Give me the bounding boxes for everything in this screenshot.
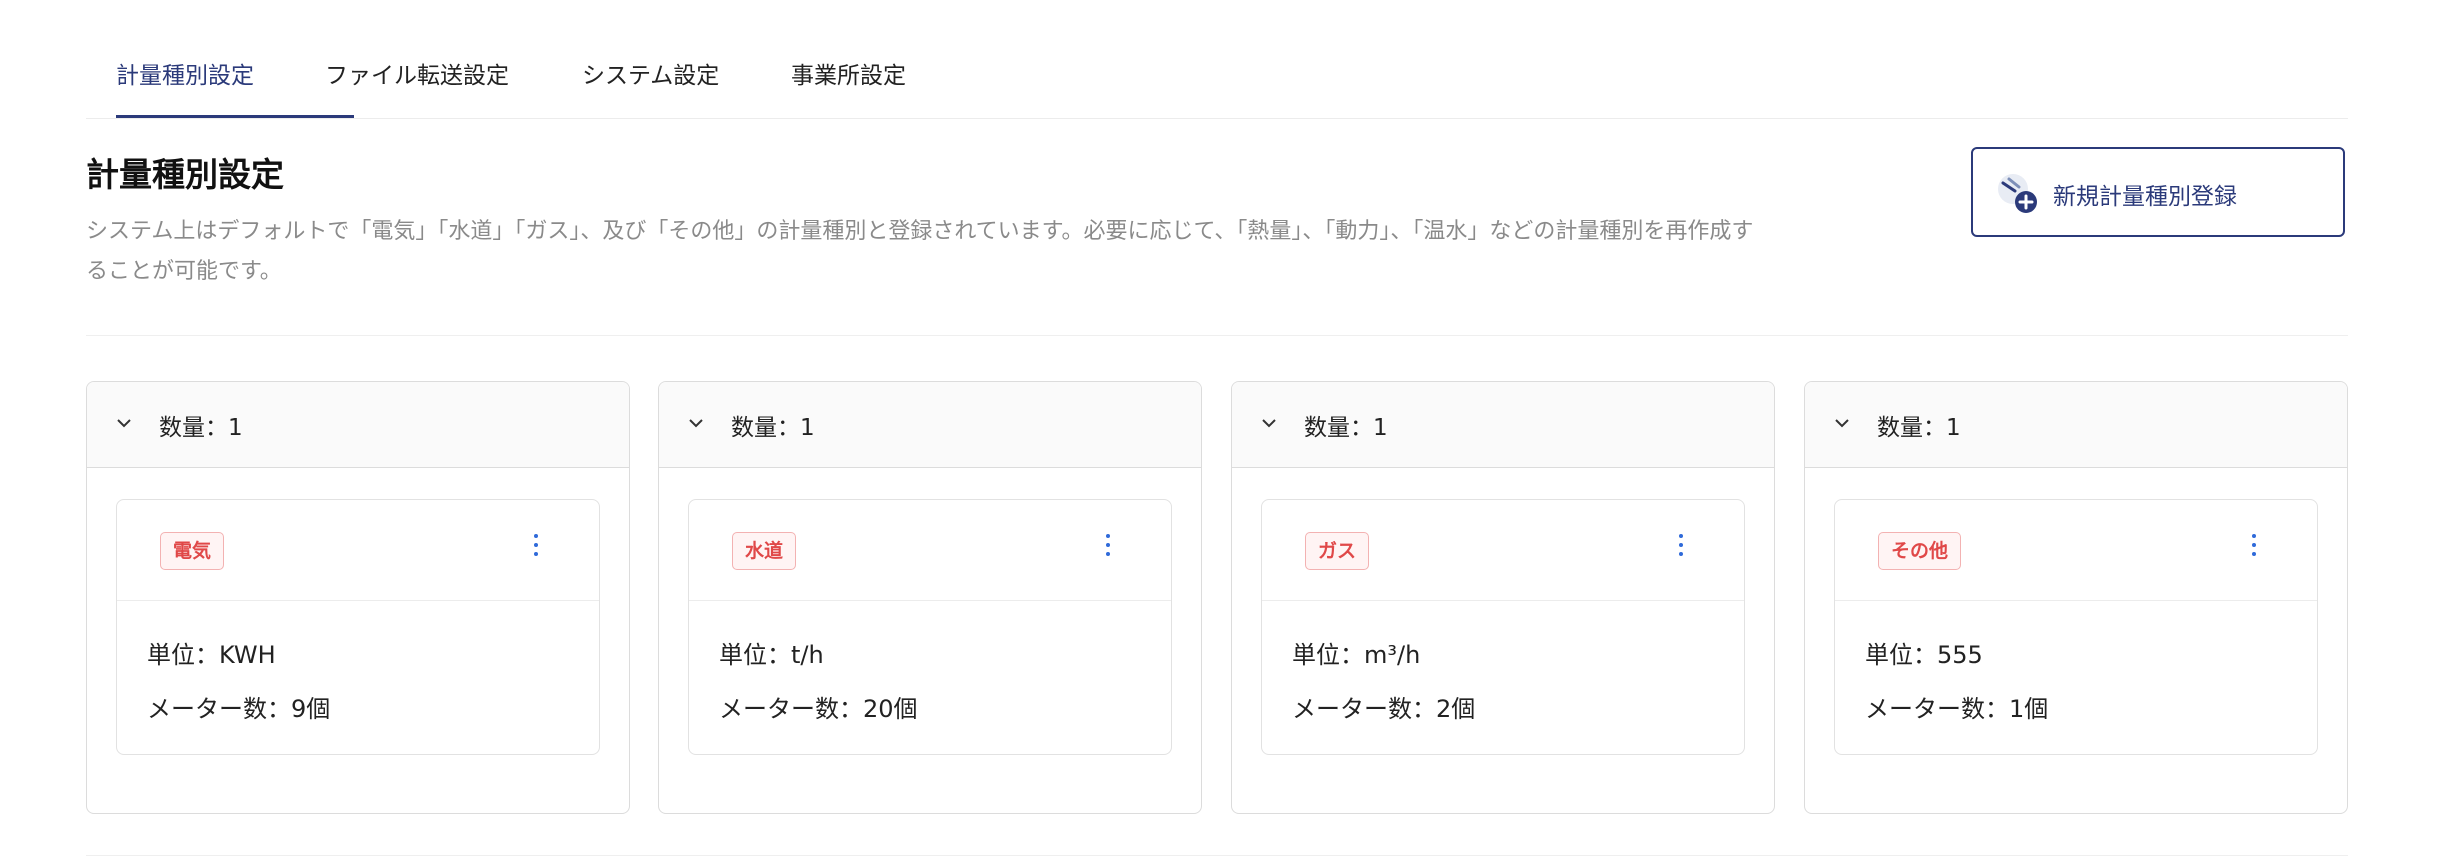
chevron-down-icon <box>1262 419 1276 428</box>
meter-count-text: メーター数：20個 <box>719 695 918 723</box>
more-options-icon[interactable] <box>1103 534 1113 564</box>
section-divider <box>86 335 2348 336</box>
chevron-down-icon <box>689 419 703 428</box>
meter-type-tag: その他 <box>1878 532 1962 570</box>
meter-type-card: その他 単位：555 メーター数：1個 <box>1834 499 2318 755</box>
group-count: 数量：1 <box>1304 415 1388 441</box>
more-options-icon[interactable] <box>531 534 541 564</box>
meter-type-tag: 電気 <box>160 532 225 570</box>
card-body: 単位：555 メーター数：1個 <box>1865 628 2048 736</box>
tab-file-transfer-settings[interactable]: ファイル転送設定 <box>325 56 509 90</box>
group-header[interactable]: 数量：1 <box>1805 382 2347 468</box>
unit-text: 単位：KWH <box>147 641 276 669</box>
meter-type-tag: 水道 <box>732 532 797 570</box>
meter-count-text: メーター数：9個 <box>147 695 331 723</box>
group-count: 数量：1 <box>731 415 815 441</box>
meter-group-other: 数量：1 その他 単位：555 メーター数：1個 <box>1804 381 2348 814</box>
meter-group-gas: 数量：1 ガス 単位：m³/h メーター数：2個 <box>1231 381 1775 814</box>
bottom-divider <box>86 855 2348 856</box>
meter-count-text: メーター数：2個 <box>1292 695 1476 723</box>
meter-count-text: メーター数：1個 <box>1865 695 2049 723</box>
settings-tabs: 計量種別設定 ファイル転送設定 システム設定 事業所設定 <box>86 0 2348 119</box>
tab-meter-type-settings[interactable]: 計量種別設定 <box>116 56 254 90</box>
more-options-icon[interactable] <box>2249 534 2259 564</box>
group-header[interactable]: 数量：1 <box>87 382 629 468</box>
card-header: ガス <box>1262 500 1744 601</box>
meter-type-card: 電気 単位：KWH メーター数：9個 <box>116 499 600 755</box>
meter-group-electricity: 数量：1 電気 単位：KWH メーター数：9個 <box>86 381 630 814</box>
group-header[interactable]: 数量：1 <box>1232 382 1774 468</box>
card-body: 単位：KWH メーター数：9個 <box>147 628 330 736</box>
new-meter-type-button-label: 新規計量種別登録 <box>2053 184 2237 210</box>
meter-type-settings-page: 計量種別設定 ファイル転送設定 システム設定 事業所設定 計量種別設定 システム… <box>0 0 2438 862</box>
tab-system-settings[interactable]: システム設定 <box>582 56 719 90</box>
meter-group-water: 数量：1 水道 単位：t/h メーター数：20個 <box>658 381 1202 814</box>
meter-add-icon <box>1998 174 2037 213</box>
chevron-down-icon <box>1835 419 1849 428</box>
active-tab-indicator <box>116 115 354 118</box>
card-header: その他 <box>1835 500 2317 601</box>
meter-type-card: 水道 単位：t/h メーター数：20個 <box>688 499 1172 755</box>
meter-type-card: ガス 単位：m³/h メーター数：2個 <box>1261 499 1745 755</box>
tab-office-settings[interactable]: 事業所設定 <box>791 56 906 90</box>
unit-text: 単位：t/h <box>719 641 824 669</box>
new-meter-type-button[interactable]: 新規計量種別登録 <box>1971 147 2345 237</box>
section-description: システム上はデフォルトで「電気」「水道」「ガス」、及び「その他」の計量種別と登録… <box>86 219 1754 284</box>
group-count: 数量：1 <box>1877 415 1961 441</box>
unit-text: 単位：555 <box>1865 641 1983 669</box>
more-options-icon[interactable] <box>1676 534 1686 564</box>
unit-text: 単位：m³/h <box>1292 641 1421 669</box>
meter-type-tag: ガス <box>1305 532 1370 570</box>
group-count: 数量：1 <box>159 415 243 441</box>
chevron-down-icon <box>117 419 131 428</box>
section-title: 計量種別設定 <box>86 155 284 194</box>
group-header[interactable]: 数量：1 <box>659 382 1201 468</box>
card-header: 水道 <box>689 500 1171 601</box>
card-header: 電気 <box>117 500 599 601</box>
card-body: 単位：m³/h メーター数：2個 <box>1292 628 1475 736</box>
card-body: 単位：t/h メーター数：20個 <box>719 628 918 736</box>
